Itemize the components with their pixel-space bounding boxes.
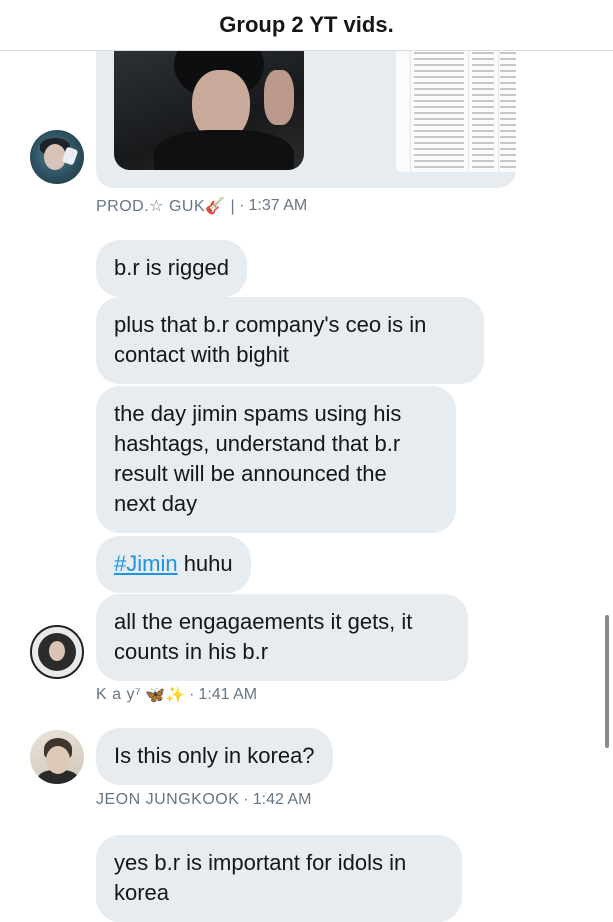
message-text: huhu: [177, 551, 233, 576]
meta-separator: ·: [239, 197, 245, 214]
message-bubble[interactable]: b.r is rigged: [96, 240, 247, 297]
message-text: contact with bighit: [114, 342, 289, 367]
message-bubble[interactable]: yes b.r is important for idols in korea: [96, 835, 462, 922]
sender-name[interactable]: PROD.☆ GUK🎸 |: [96, 196, 235, 216]
message-text: hashtags, understand that b.r: [114, 431, 401, 456]
user-avatar[interactable]: [30, 130, 84, 184]
conversation-header: Group 2 YT vids.: [0, 0, 613, 51]
message-list[interactable]: PROD.☆ GUK🎸 | · 1:37 AM b.r is rigged pl…: [0, 50, 613, 922]
message-photo-chart[interactable]: [396, 50, 516, 172]
message-time: 1:42 AM: [252, 791, 312, 808]
sender-name[interactable]: JEON JUNGKOOK: [96, 791, 239, 809]
message-photo[interactable]: [114, 50, 304, 170]
scrollbar[interactable]: [605, 615, 609, 748]
hashtag-link[interactable]: #Jimin: [114, 551, 178, 576]
meta-separator: ·: [243, 791, 249, 808]
user-avatar[interactable]: [30, 730, 84, 784]
user-avatar[interactable]: [30, 625, 84, 679]
message-text: all the engagaements it gets, it: [114, 609, 413, 634]
message-text: Is this only in korea?: [114, 743, 315, 768]
message-bubble[interactable]: all the engagaements it gets, it counts …: [96, 594, 468, 681]
sender-name[interactable]: K a y⁷: [96, 686, 141, 704]
message-bubble[interactable]: Is this only in korea?: [96, 728, 333, 785]
message-meta: K a y⁷ 🦋✨ · 1:41 AM: [96, 685, 257, 705]
message-time: 1:37 AM: [248, 197, 308, 214]
message-text: result will be announced the: [114, 461, 387, 486]
image-message[interactable]: [96, 50, 516, 188]
butterfly-sparkle-icon: 🦋✨: [145, 687, 186, 704]
message-text: counts in his b.r: [114, 639, 269, 664]
message-text: the day jimin spams using his: [114, 401, 402, 426]
conversation-title[interactable]: Group 2 YT vids.: [219, 12, 393, 38]
message-time: 1:41 AM: [198, 686, 258, 703]
meta-separator: ·: [189, 686, 195, 703]
message-bubble[interactable]: the day jimin spams using his hashtags, …: [96, 386, 456, 533]
message-text: plus that b.r company's ceo is in: [114, 312, 427, 337]
message-bubble[interactable]: plus that b.r company's ceo is in contac…: [96, 297, 484, 384]
message-text: next day: [114, 491, 198, 516]
message-text: yes b.r is important for idols in: [114, 850, 407, 875]
message-meta: JEON JUNGKOOK · 1:42 AM: [96, 791, 311, 809]
message-meta: PROD.☆ GUK🎸 | · 1:37 AM: [96, 196, 307, 216]
message-text: b.r is rigged: [114, 255, 229, 280]
message-text: korea: [114, 880, 170, 905]
message-bubble[interactable]: #Jimin huhu: [96, 536, 251, 593]
